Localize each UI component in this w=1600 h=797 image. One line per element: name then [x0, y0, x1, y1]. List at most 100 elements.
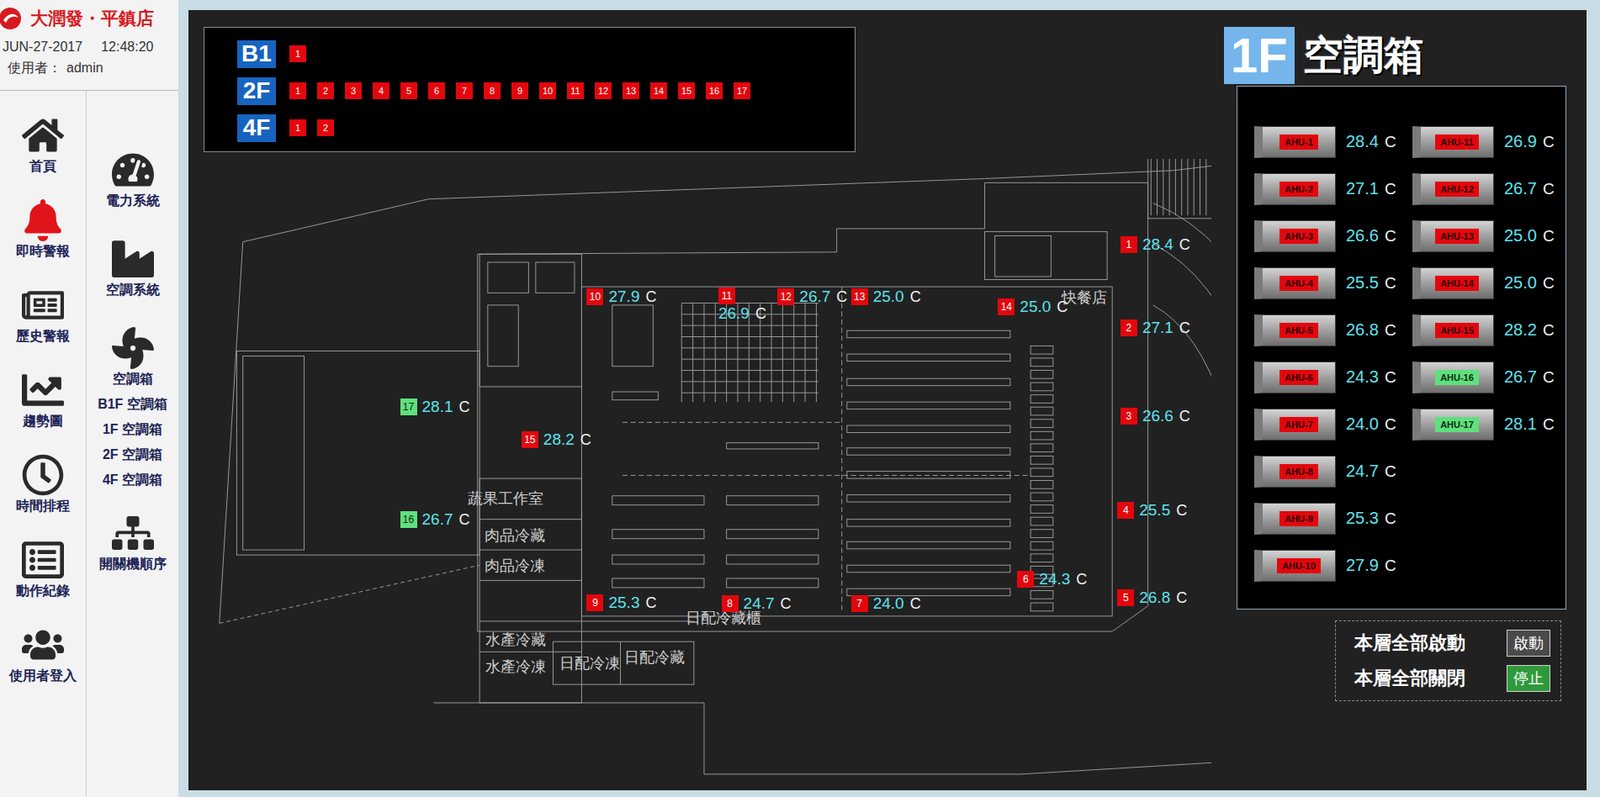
nav-item[interactable]: 首頁 [21, 90, 64, 176]
map-pin[interactable]: 624.3C [1017, 570, 1087, 589]
pin-unit: C [458, 398, 470, 417]
map-pin[interactable]: 724.0C [851, 594, 922, 614]
map-pin[interactable]: 1027.9C [586, 287, 657, 307]
nav-sub-item[interactable]: 1F 空調箱 [102, 413, 163, 440]
floor-row: 2F1234567891011121314151617 [237, 72, 855, 110]
nav-sub-item[interactable]: B1F 空調箱 [97, 388, 168, 414]
nav-item[interactable]: 歷史警報 [15, 260, 70, 346]
ahu-row[interactable]: AHU-824.7C [1254, 448, 1413, 496]
map-pin[interactable]: 824.7C [721, 594, 792, 614]
ahu-row[interactable]: AHU-1027.9C [1254, 542, 1413, 590]
ahu-row[interactable]: AHU-425.5C [1254, 259, 1413, 308]
ahu-unit: C [1384, 274, 1397, 293]
nav-icon-wrap [21, 369, 64, 412]
ahu-unit-icon: AHU-13 [1412, 220, 1495, 253]
map-pin[interactable]: 1425.0C [997, 297, 1068, 317]
nav-item[interactable]: 空調箱 [111, 299, 154, 389]
unit-button[interactable]: 6 [428, 82, 446, 100]
unit-button[interactable]: 9 [511, 82, 529, 100]
unit-button[interactable]: 12 [594, 82, 612, 100]
ahu-row[interactable]: AHU-227.1C [1254, 165, 1413, 213]
pin-unit: C [580, 431, 592, 450]
unit-button[interactable]: 3 [344, 82, 362, 100]
map-pin[interactable]: 425.5C [1117, 501, 1187, 520]
ahu-row[interactable]: AHU-326.6C [1254, 212, 1413, 260]
ahu-unit-icon: AHU-2 [1254, 173, 1336, 206]
unit-button[interactable]: 15 [678, 82, 695, 100]
unit-button[interactable]: 7 [455, 82, 473, 100]
nav-item[interactable]: 電力系統 [105, 121, 160, 211]
unit-button[interactable]: 2 [317, 119, 334, 137]
ahu-reading: 24.3C [1345, 367, 1397, 387]
ahu-row[interactable]: AHU-1226.7C [1412, 165, 1571, 213]
ahu-row[interactable]: AHU-1126.9C [1412, 118, 1571, 166]
ahu-tag: AHU-2 [1279, 181, 1319, 197]
nav-item[interactable]: 趨勢圖 [21, 345, 64, 431]
ahu-unit-icon: AHU-15 [1412, 314, 1495, 347]
trend-chart-icon [21, 369, 64, 412]
map-pin[interactable]: 1325.0C [851, 287, 922, 307]
map-pin[interactable]: 925.3C [586, 593, 657, 613]
ahu-unit-icon: AHU-3 [1254, 220, 1336, 253]
pin-number: 12 [777, 288, 795, 306]
ahu-row[interactable]: AHU-925.3C [1254, 495, 1413, 543]
map-pin[interactable]: 1728.1C [400, 397, 471, 417]
pin-reading: 28.4C [1142, 235, 1191, 255]
unit-button[interactable]: 4 [372, 82, 390, 100]
logo-icon [0, 5, 26, 32]
ahu-row[interactable]: AHU-1626.7C [1412, 354, 1571, 402]
ahu-temp: 25.3 [1345, 508, 1379, 529]
pin-temp: 28.1 [422, 397, 454, 417]
unit-button[interactable]: 1 [289, 45, 307, 63]
ahu-temp: 28.1 [1504, 414, 1537, 435]
pin-temp: 24.0 [873, 594, 905, 614]
nav-sub-item[interactable]: 4F 空調箱 [102, 464, 163, 490]
nav-label: 1F 空調箱 [102, 421, 163, 440]
unit-button[interactable]: 8 [483, 82, 501, 100]
map-pin[interactable]: 526.8C [1117, 588, 1187, 608]
ahu-row[interactable]: AHU-624.3C [1254, 354, 1413, 402]
ahu-row[interactable]: AHU-1325.0C [1412, 212, 1571, 260]
nav-item[interactable]: 動作紀錄 [15, 515, 70, 601]
ahu-tag: AHU-14 [1435, 275, 1479, 292]
nav-item[interactable]: 時間排程 [15, 430, 70, 516]
pin-reading: 24.0C [873, 594, 922, 614]
nav-item[interactable]: 即時警報 [15, 175, 70, 261]
pin-temp: 25.0 [1019, 297, 1051, 317]
map-pin[interactable]: 1126.9C [718, 287, 767, 324]
ahu-row[interactable]: AHU-1425.0C [1412, 259, 1571, 308]
ahu-row[interactable]: AHU-128.4C [1254, 118, 1413, 166]
unit-button[interactable]: 1 [289, 119, 307, 137]
ahu-unit: C [1384, 462, 1397, 482]
unit-button[interactable]: 16 [705, 82, 723, 100]
nav-sub-item[interactable]: 2F 空調箱 [102, 439, 163, 465]
unit-button[interactable]: 13 [622, 82, 640, 100]
unit-button[interactable]: 1 [289, 82, 307, 100]
nav-icon-wrap [111, 148, 154, 191]
ahu-row[interactable]: AHU-1728.1C [1412, 401, 1571, 449]
page: 大潤發・平鎮店JUN-27-201712:48:20使用者：admin首頁即時警… [0, 0, 1600, 797]
map-pin[interactable]: 1226.7C [777, 287, 848, 307]
floor-badge: B1 [237, 40, 276, 69]
unit-button[interactable]: 14 [650, 82, 668, 100]
map-pin[interactable]: 227.1C [1120, 318, 1191, 338]
unit-button[interactable]: 17 [733, 82, 751, 100]
unit-button[interactable]: 5 [400, 82, 418, 100]
ahu-row[interactable]: AHU-1528.2C [1412, 307, 1571, 355]
unit-button[interactable]: 11 [566, 82, 584, 100]
nav-item[interactable]: 空調系統 [105, 210, 160, 300]
pin-unit: C [780, 595, 792, 614]
control-button[interactable]: 啟動 [1506, 630, 1551, 657]
unit-button[interactable]: 10 [539, 82, 557, 100]
map-pin[interactable]: 1626.7C [400, 510, 471, 530]
nav-item[interactable]: 開關機順序 [99, 489, 167, 574]
map-pin[interactable]: 1528.2C [521, 430, 592, 450]
map-pin[interactable]: 326.6C [1120, 407, 1191, 426]
nav-item[interactable]: 使用者登入 [9, 600, 77, 686]
control-button[interactable]: 停止 [1506, 665, 1551, 693]
unit-button[interactable]: 2 [317, 82, 334, 100]
ahu-row[interactable]: AHU-724.0C [1254, 401, 1413, 449]
map-pin[interactable]: 128.4C [1120, 235, 1191, 255]
ahu-row[interactable]: AHU-526.8C [1254, 307, 1413, 355]
ahu-unit: C [1384, 321, 1397, 340]
